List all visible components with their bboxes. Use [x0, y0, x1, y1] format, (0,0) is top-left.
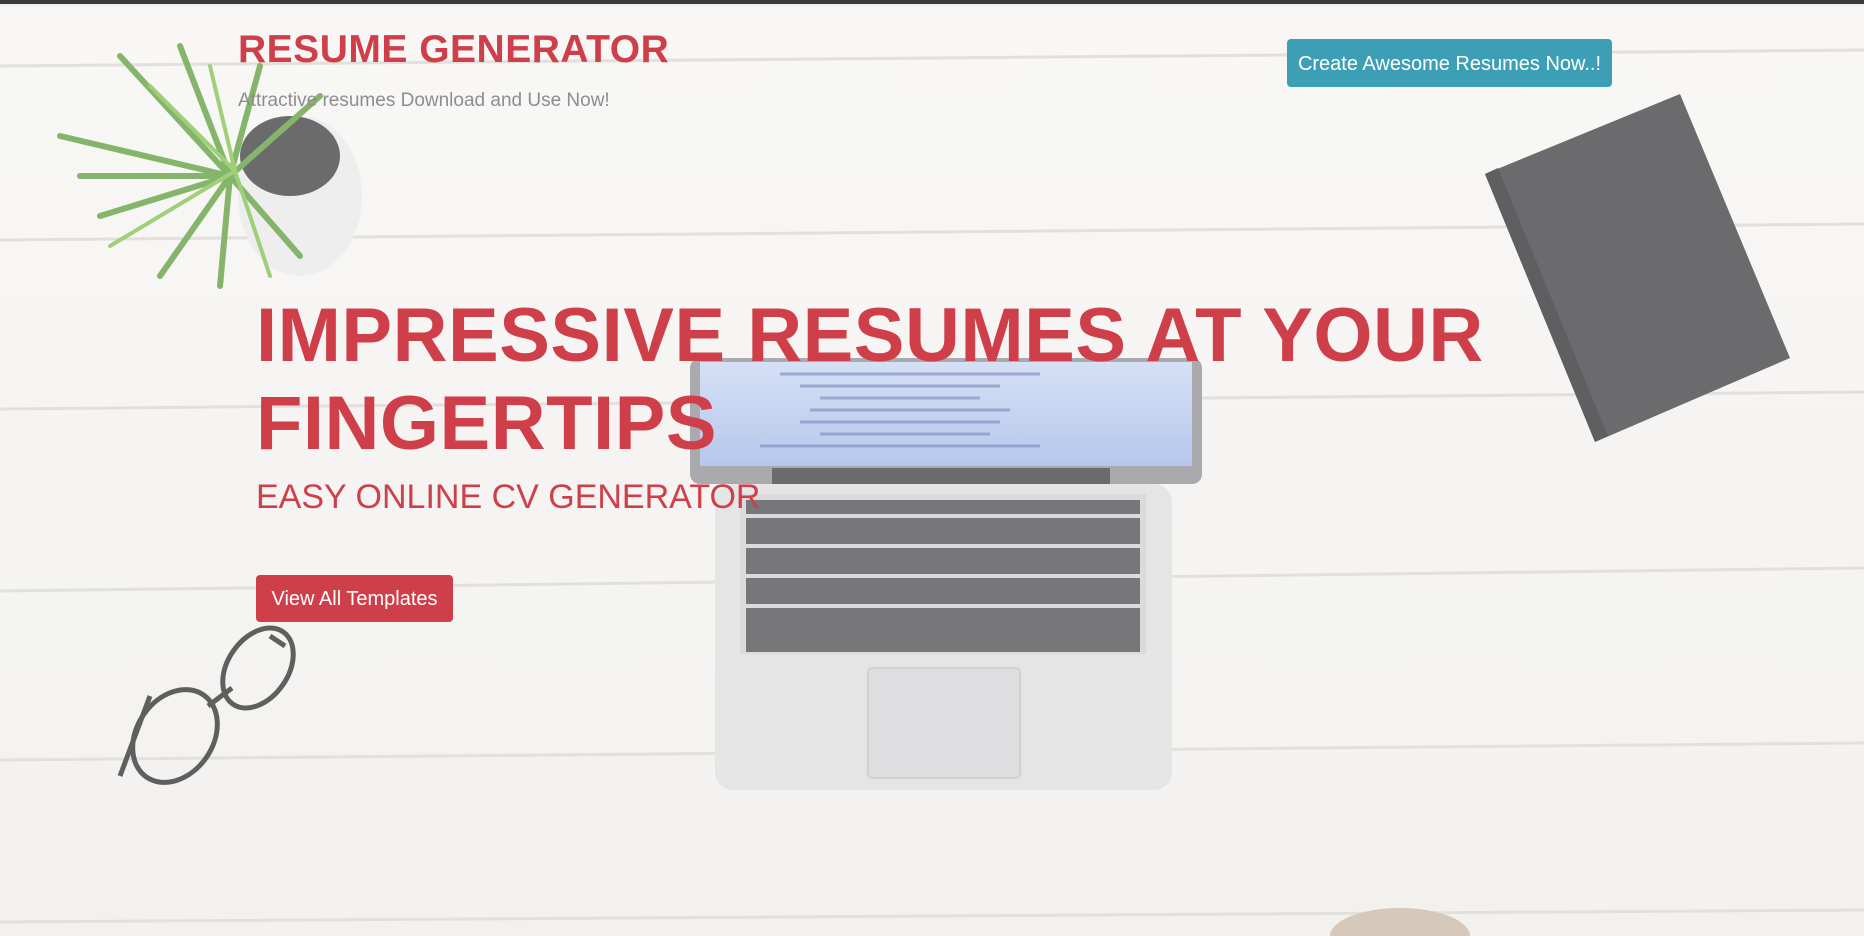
brand-tagline: Attractive resumes Download and Use Now! [238, 90, 610, 111]
hero-subheading: EASY ONLINE CV GENERATOR [256, 478, 761, 516]
view-all-templates-button[interactable]: View All Templates [256, 575, 453, 622]
create-resumes-button[interactable]: Create Awesome Resumes Now..! [1287, 39, 1612, 87]
brand-title[interactable]: RESUME GENERATOR [238, 28, 669, 72]
landing-page: RESUME GENERATOR Attractive resumes Down… [0, 0, 1864, 936]
desk-background [0, 6, 1864, 936]
hero-heading: IMPRESSIVE RESUMES AT YOUR FINGERTIPS [256, 293, 1484, 466]
